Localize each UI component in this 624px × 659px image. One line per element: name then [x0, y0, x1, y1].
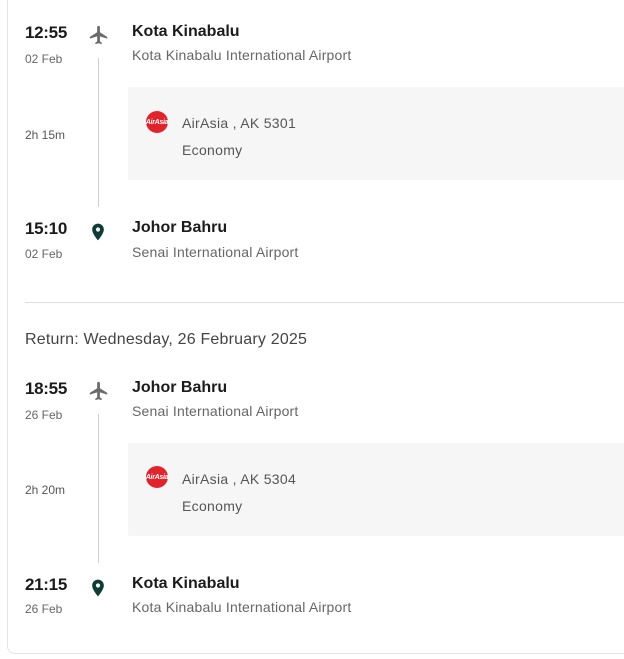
outbound-departure-time: 12:55 — [25, 23, 67, 42]
return-arrival-airport: Kota Kinabalu International Airport — [132, 599, 352, 615]
map-pin-icon — [92, 223, 104, 241]
airasia-logo-icon: AirAsia — [146, 466, 169, 488]
outbound-departure-airport: Kota Kinabalu International Airport — [132, 47, 352, 63]
return-duration: 2h 20m — [25, 483, 66, 497]
return-flight-details — [128, 443, 624, 536]
outbound-arrival-city: Johor Bahru — [132, 219, 228, 236]
map-pin-icon — [92, 579, 104, 597]
outbound-departure-date: 02 Feb — [25, 52, 63, 66]
return-departure-time: 18:55 — [25, 379, 67, 398]
outbound-cabin-class: Economy — [182, 142, 243, 158]
outbound-flight-number: AirAsia , AK 5301 — [182, 115, 297, 131]
outbound-arrival-time: 15:10 — [25, 219, 67, 238]
return-departure-date: 26 Feb — [25, 408, 63, 422]
airasia-logo-icon: AirAsia — [146, 111, 169, 133]
section-divider — [25, 302, 624, 303]
return-cabin-class: Economy — [182, 498, 243, 514]
airplane-icon — [89, 25, 108, 45]
return-departure-city: Johor Bahru — [132, 379, 228, 396]
return-arrival-date: 26 Feb — [25, 602, 63, 616]
return-arrival-time: 21:15 — [25, 575, 67, 594]
return-flight-number: AirAsia , AK 5304 — [182, 471, 297, 487]
return-departure-airport: Senai International Airport — [132, 403, 299, 419]
return-timeline — [98, 414, 99, 563]
outbound-timeline — [98, 58, 99, 207]
outbound-arrival-airport: Senai International Airport — [132, 244, 299, 260]
outbound-duration: 2h 15m — [25, 128, 66, 142]
outbound-flight-details — [128, 87, 624, 180]
return-arrival-city: Kota Kinabalu — [132, 575, 240, 592]
outbound-departure-city: Kota Kinabalu — [132, 23, 240, 40]
return-heading: Return: Wednesday, 26 February 2025 — [25, 331, 308, 348]
outbound-arrival-date: 02 Feb — [25, 247, 63, 261]
airplane-icon — [89, 381, 108, 401]
